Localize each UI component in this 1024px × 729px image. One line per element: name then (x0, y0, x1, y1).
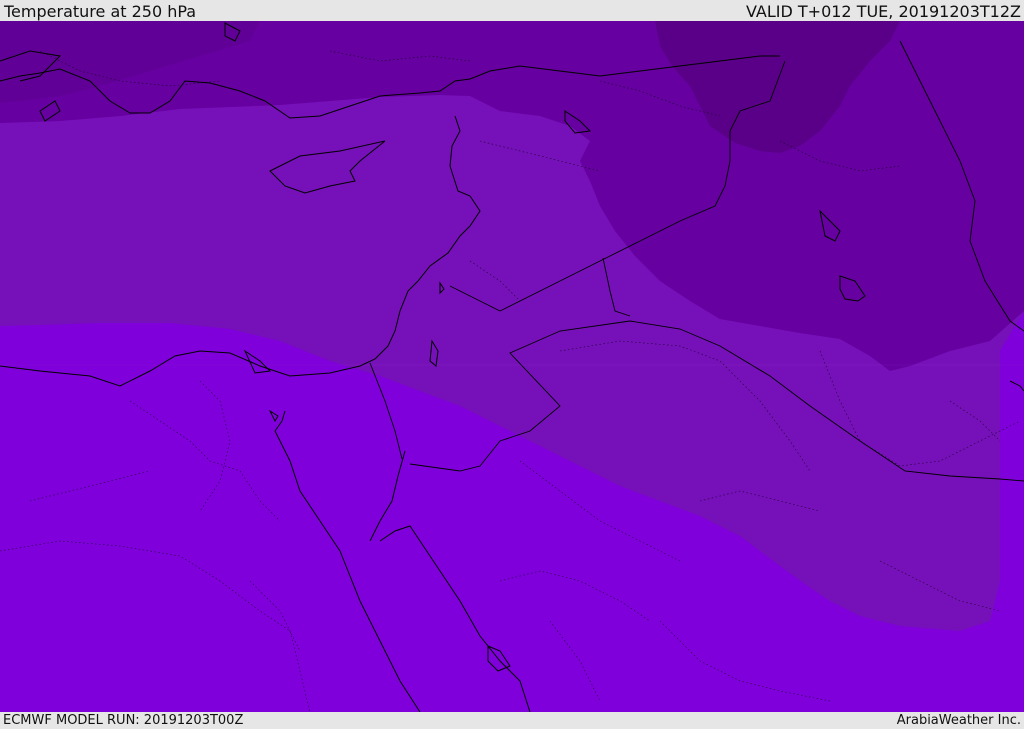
model-run-label: ECMWF MODEL RUN: 20191203T00Z (3, 713, 244, 728)
map-title: Temperature at 250 hPa (4, 2, 197, 21)
weather-map-page: Temperature at 250 hPa VALID T+012 TUE, … (0, 0, 1024, 729)
credit-label: ArabiaWeather Inc. (896, 713, 1021, 728)
header-bar: Temperature at 250 hPa VALID T+012 TUE, … (0, 0, 1024, 21)
map-canvas (0, 21, 1024, 712)
valid-time: VALID T+012 TUE, 20191203T12Z (745, 2, 1021, 21)
temperature-map[interactable] (0, 21, 1024, 712)
